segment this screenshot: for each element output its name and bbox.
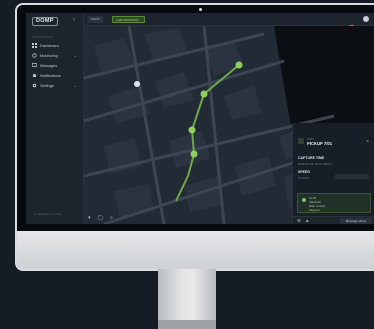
sidebar-item-dashboard[interactable]: Dashboard bbox=[32, 42, 80, 49]
event-dot-icon bbox=[302, 198, 306, 202]
webcam bbox=[199, 8, 202, 11]
status-pill bbox=[335, 174, 369, 179]
chevron-down-icon[interactable]: ⌄ bbox=[74, 53, 77, 58]
app-screen: DOMP ‹ NAVIGATION Dashboard Monitoring ⌄… bbox=[26, 13, 374, 224]
grid-icon bbox=[32, 43, 37, 48]
bell-icon bbox=[32, 73, 37, 78]
maps-button[interactable]: MAPS bbox=[88, 16, 103, 23]
event-line: Stopped bbox=[309, 208, 320, 212]
sidebar-item-label: Notifications bbox=[40, 73, 61, 78]
message-driver-button[interactable]: Message driver bbox=[340, 218, 372, 224]
unit-details-panel: UNIT PICKUP 7/01 × CAPTURE TIME 2025-06-… bbox=[292, 123, 374, 224]
gear-icon bbox=[32, 83, 37, 88]
sidebar: DOMP ‹ NAVIGATION Dashboard Monitoring ⌄… bbox=[26, 13, 84, 224]
app-logo[interactable]: DOMP bbox=[32, 17, 58, 26]
nav-heading: NAVIGATION bbox=[32, 35, 54, 39]
chevron-down-icon[interactable]: ⌄ bbox=[74, 83, 77, 88]
search-icon[interactable]: ⌕ bbox=[110, 215, 113, 221]
sidebar-item-settings[interactable]: Settings ⌄ bbox=[32, 82, 80, 89]
monitor-icon bbox=[32, 53, 37, 58]
capture-time-label: CAPTURE TIME bbox=[298, 156, 325, 160]
sidebar-item-label: Dashboard bbox=[40, 43, 59, 48]
sidebar-item-monitoring[interactable]: Monitoring ⌄ bbox=[32, 52, 80, 59]
topbar: MAPS LIVE TRACKING bbox=[84, 13, 374, 30]
close-icon[interactable]: × bbox=[366, 139, 369, 145]
layers-icon[interactable]: ◯ bbox=[98, 215, 104, 221]
filter-icon[interactable]: ▾ bbox=[88, 215, 91, 221]
event-card[interactable]: 14:02 Startpoint Main corridor Stopped bbox=[297, 193, 371, 213]
sidebar-item-label: Messages bbox=[40, 63, 58, 68]
panel-title: PICKUP 7/01 bbox=[307, 141, 333, 146]
sidebar-item-notifications[interactable]: Notifications bbox=[32, 72, 80, 79]
alert-icon[interactable] bbox=[349, 17, 354, 30]
connection-status: Connected to server bbox=[34, 212, 62, 216]
panel-footer: ⚙ ▲ Message driver bbox=[293, 216, 374, 224]
speed-value: 12 km/h bbox=[298, 176, 309, 180]
map-toolbar: ▾ ◯ ⌕ bbox=[88, 215, 113, 221]
monitor-stand-foot bbox=[158, 320, 216, 329]
warning-icon[interactable]: ▲ bbox=[305, 218, 309, 223]
capture-time-value: 2025-06-23 18:11 GMT+1 bbox=[298, 162, 333, 166]
collapse-sidebar-icon[interactable]: ‹ bbox=[73, 17, 75, 23]
live-tracking-button[interactable]: LIVE TRACKING bbox=[112, 16, 145, 23]
sidebar-item-messages[interactable]: Messages bbox=[31, 62, 80, 69]
monitor-chin bbox=[17, 231, 374, 269]
chat-icon bbox=[31, 63, 38, 68]
speed-label: SPEED bbox=[298, 170, 310, 174]
sidebar-item-label: Settings bbox=[40, 83, 54, 88]
unit-status-icon bbox=[298, 138, 304, 144]
avatar[interactable] bbox=[363, 16, 369, 22]
sidebar-item-label: Monitoring bbox=[40, 53, 58, 58]
settings-icon[interactable]: ⚙ bbox=[297, 218, 301, 224]
